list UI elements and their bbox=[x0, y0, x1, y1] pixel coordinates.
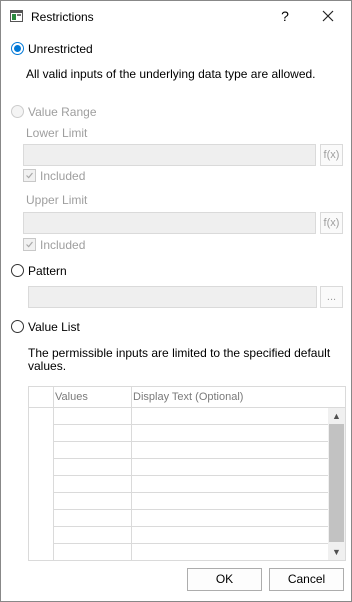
unrestricted-label[interactable]: Unrestricted bbox=[28, 42, 93, 56]
table-row bbox=[53, 475, 328, 476]
column-divider bbox=[131, 387, 132, 560]
value-list-radio[interactable] bbox=[11, 320, 24, 333]
table-row bbox=[53, 424, 328, 425]
title-bar: Restrictions ? bbox=[1, 1, 351, 33]
value-list-description-line1: The permissible inputs are limited to th… bbox=[28, 346, 331, 360]
column-divider bbox=[53, 387, 54, 560]
table-row bbox=[53, 543, 328, 544]
upper-limit-label: Upper Limit bbox=[26, 193, 88, 207]
table-window-icon bbox=[10, 10, 23, 22]
values-column-header[interactable]: Values bbox=[53, 387, 131, 408]
help-button[interactable]: ? bbox=[277, 6, 293, 26]
dialog-title: Restrictions bbox=[31, 10, 94, 24]
lower-limit-function-button[interactable]: f(x) bbox=[320, 144, 343, 166]
pattern-input[interactable] bbox=[28, 286, 317, 308]
lower-limit-input[interactable] bbox=[23, 144, 316, 166]
table-row bbox=[53, 492, 328, 493]
value-range-radio[interactable] bbox=[11, 105, 24, 118]
value-list-label[interactable]: Value List bbox=[28, 320, 80, 334]
restrictions-dialog: Restrictions ? Unrestricted All valid in… bbox=[0, 0, 352, 602]
table-row bbox=[53, 441, 328, 442]
table-row bbox=[53, 526, 328, 527]
unrestricted-radio[interactable] bbox=[11, 42, 24, 55]
value-list-grid[interactable]: Values Display Text (Optional) ▲ ▼ bbox=[28, 386, 346, 561]
table-row bbox=[53, 509, 328, 510]
chevron-up-icon[interactable]: ▲ bbox=[329, 409, 344, 423]
lower-included-label: Included bbox=[40, 169, 86, 183]
chevron-down-icon[interactable]: ▼ bbox=[329, 545, 344, 559]
row-header-column bbox=[29, 387, 53, 408]
display-text-column-header[interactable]: Display Text (Optional) bbox=[131, 387, 345, 408]
pattern-radio[interactable] bbox=[11, 264, 24, 277]
table-row bbox=[53, 458, 328, 459]
scrollbar-thumb[interactable] bbox=[329, 424, 344, 542]
ok-button[interactable]: OK bbox=[187, 568, 262, 591]
cancel-button[interactable]: Cancel bbox=[269, 568, 344, 591]
upper-limit-function-button[interactable]: f(x) bbox=[320, 212, 343, 234]
value-range-label[interactable]: Value Range bbox=[28, 105, 97, 119]
pattern-label[interactable]: Pattern bbox=[28, 264, 67, 278]
close-icon[interactable] bbox=[319, 7, 337, 25]
lower-included-checkbox[interactable] bbox=[23, 169, 36, 182]
lower-limit-label: Lower Limit bbox=[26, 126, 88, 140]
upper-limit-input[interactable] bbox=[23, 212, 316, 234]
upper-included-checkbox[interactable] bbox=[23, 238, 36, 251]
upper-included-label: Included bbox=[40, 238, 86, 252]
value-list-description-line2: values. bbox=[28, 359, 67, 373]
unrestricted-description: All valid inputs of the underlying data … bbox=[26, 67, 316, 81]
pattern-browse-button[interactable]: ... bbox=[320, 286, 343, 308]
